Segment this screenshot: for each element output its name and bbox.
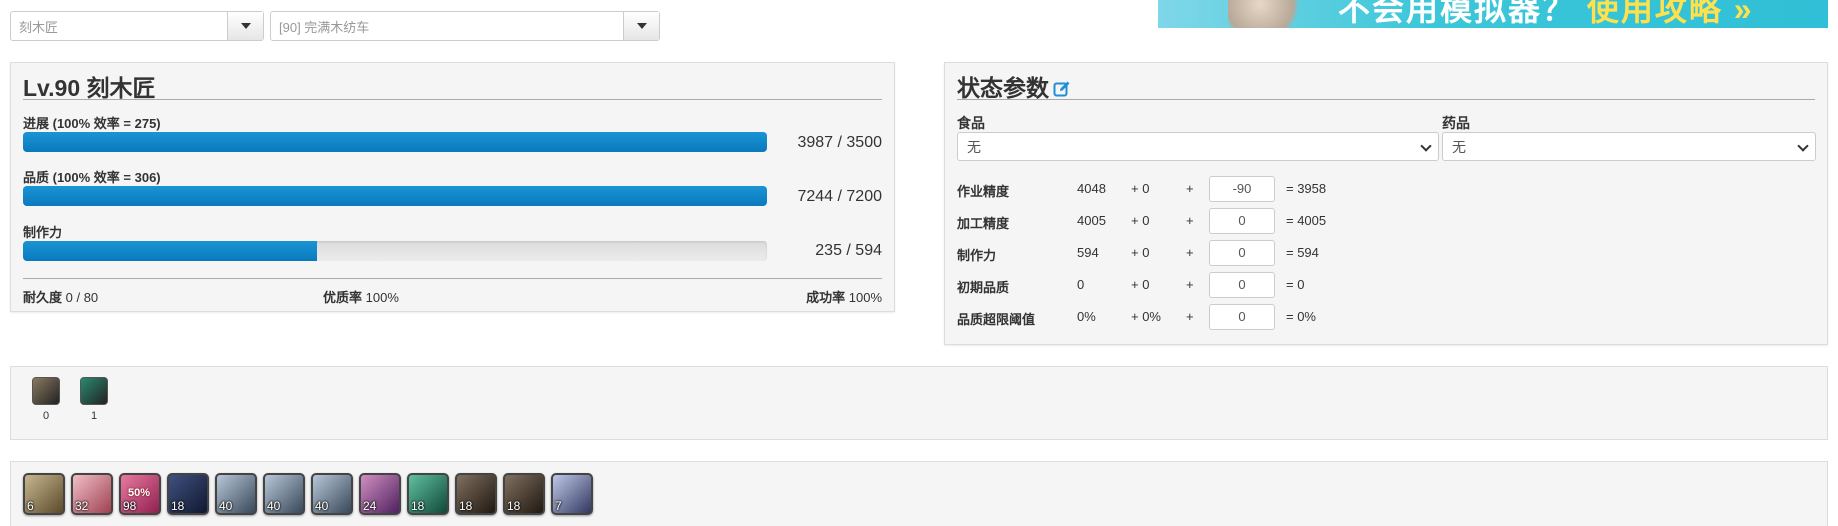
guide-banner[interactable]: 不会用模拟器？ 使用攻略 » <box>1158 0 1828 28</box>
progress-bar-fill <box>23 132 767 152</box>
chevron-down-icon <box>1420 140 1432 152</box>
hq-rate-stat: 优质率 100% <box>323 290 399 305</box>
waste-not-icon[interactable]: 18 <box>407 473 449 515</box>
muscle-memory-icon[interactable]: 6 <box>23 473 65 515</box>
quality-bar-fill <box>23 186 767 206</box>
veneration-icon[interactable]: 24 <box>359 473 401 515</box>
job-select-value: 刻木匠 <box>19 19 59 35</box>
food-select-value: 无 <box>967 138 981 155</box>
action-sequence-panel: 6 32 50% 98 18 40 40 40 24 18 18 18 7 <box>10 461 1828 526</box>
groundwork-icon[interactable]: 18 <box>455 473 497 515</box>
recipe-select[interactable]: [90] 完满木纺车 <box>270 11 660 41</box>
food-select[interactable]: 无 <box>957 132 1439 161</box>
success-rate-stat: 成功率 100% <box>806 290 882 305</box>
quality-value: 7244 / 7200 <box>797 188 882 205</box>
prudent-touch-icon[interactable]: 40 <box>263 473 305 515</box>
recipe-select-value: [90] 完满木纺车 <box>279 19 370 35</box>
durability-stat: 耐久度 0 / 80 <box>23 290 99 305</box>
buff-slot[interactable]: 1 <box>79 377 109 422</box>
cp-bar <box>23 241 767 261</box>
veneration-buff-icon <box>32 377 60 405</box>
craftsmanship-input[interactable]: -90 <box>1209 176 1275 202</box>
great-strides-icon[interactable]: 50% 98 <box>119 473 161 515</box>
divider <box>23 99 882 100</box>
food-label: 食品 <box>957 115 985 131</box>
cp-bar-fill <box>23 241 318 261</box>
divider <box>23 278 882 279</box>
job-select-toggle[interactable] <box>227 12 263 40</box>
buff-slot[interactable]: 0 <box>31 377 61 422</box>
cp-value: 235 / 594 <box>815 242 882 259</box>
job-select[interactable]: 刻木匠 <box>10 11 264 41</box>
buffs-panel: 0 1 <box>10 366 1828 440</box>
potion-label: 药品 <box>1442 115 1470 131</box>
quality-cap-input[interactable]: 0 <box>1209 304 1275 330</box>
prudent-touch-icon[interactable]: 40 <box>311 473 353 515</box>
caret-down-icon <box>636 23 647 29</box>
quality-label: 品质 (100% 效率 = 306) <box>23 170 161 185</box>
cp-input[interactable]: 0 <box>1209 240 1275 266</box>
manipulation-icon[interactable]: 32 <box>71 473 113 515</box>
status-title: 状态参数 <box>957 69 1071 103</box>
groundwork-icon[interactable]: 18 <box>503 473 545 515</box>
potion-select-value: 无 <box>1452 138 1466 155</box>
craft-status-panel: Lv.90 刻木匠 进展 (100% 效率 = 275) 3987 / 3500… <box>10 62 895 312</box>
innovation-buff-icon <box>80 377 108 405</box>
buff-count: 0 <box>42 410 50 422</box>
control-input[interactable]: 0 <box>1209 208 1275 234</box>
innovation-icon[interactable]: 18 <box>167 473 209 515</box>
caret-down-icon <box>240 23 251 29</box>
potion-select[interactable]: 无 <box>1442 132 1816 161</box>
quality-bar <box>23 186 767 206</box>
status-params-panel: 状态参数 食品 无 药品 无 作业精度 4048 + 0 + -90 = 3958 加工… <box>944 62 1828 345</box>
recipe-select-toggle[interactable] <box>623 12 659 40</box>
progress-bar <box>23 132 767 152</box>
progress-value: 3987 / 3500 <box>797 134 882 151</box>
prudent-touch-icon[interactable]: 40 <box>215 473 257 515</box>
banner-text: 不会用模拟器？ 使用攻略 » <box>1338 0 1754 27</box>
byregots-blessing-icon[interactable]: 7 <box>551 473 593 515</box>
cp-label: 制作力 <box>23 225 63 240</box>
banner-character-image <box>1228 0 1308 28</box>
chevron-down-icon <box>1797 140 1809 152</box>
edit-icon[interactable] <box>1053 80 1071 98</box>
initial-quality-input[interactable]: 0 <box>1209 272 1275 298</box>
buff-count: 1 <box>90 410 98 422</box>
progress-label: 进展 (100% 效率 = 275) <box>23 116 161 131</box>
divider <box>957 99 1815 100</box>
craft-title: Lv.90 刻木匠 <box>23 75 156 101</box>
